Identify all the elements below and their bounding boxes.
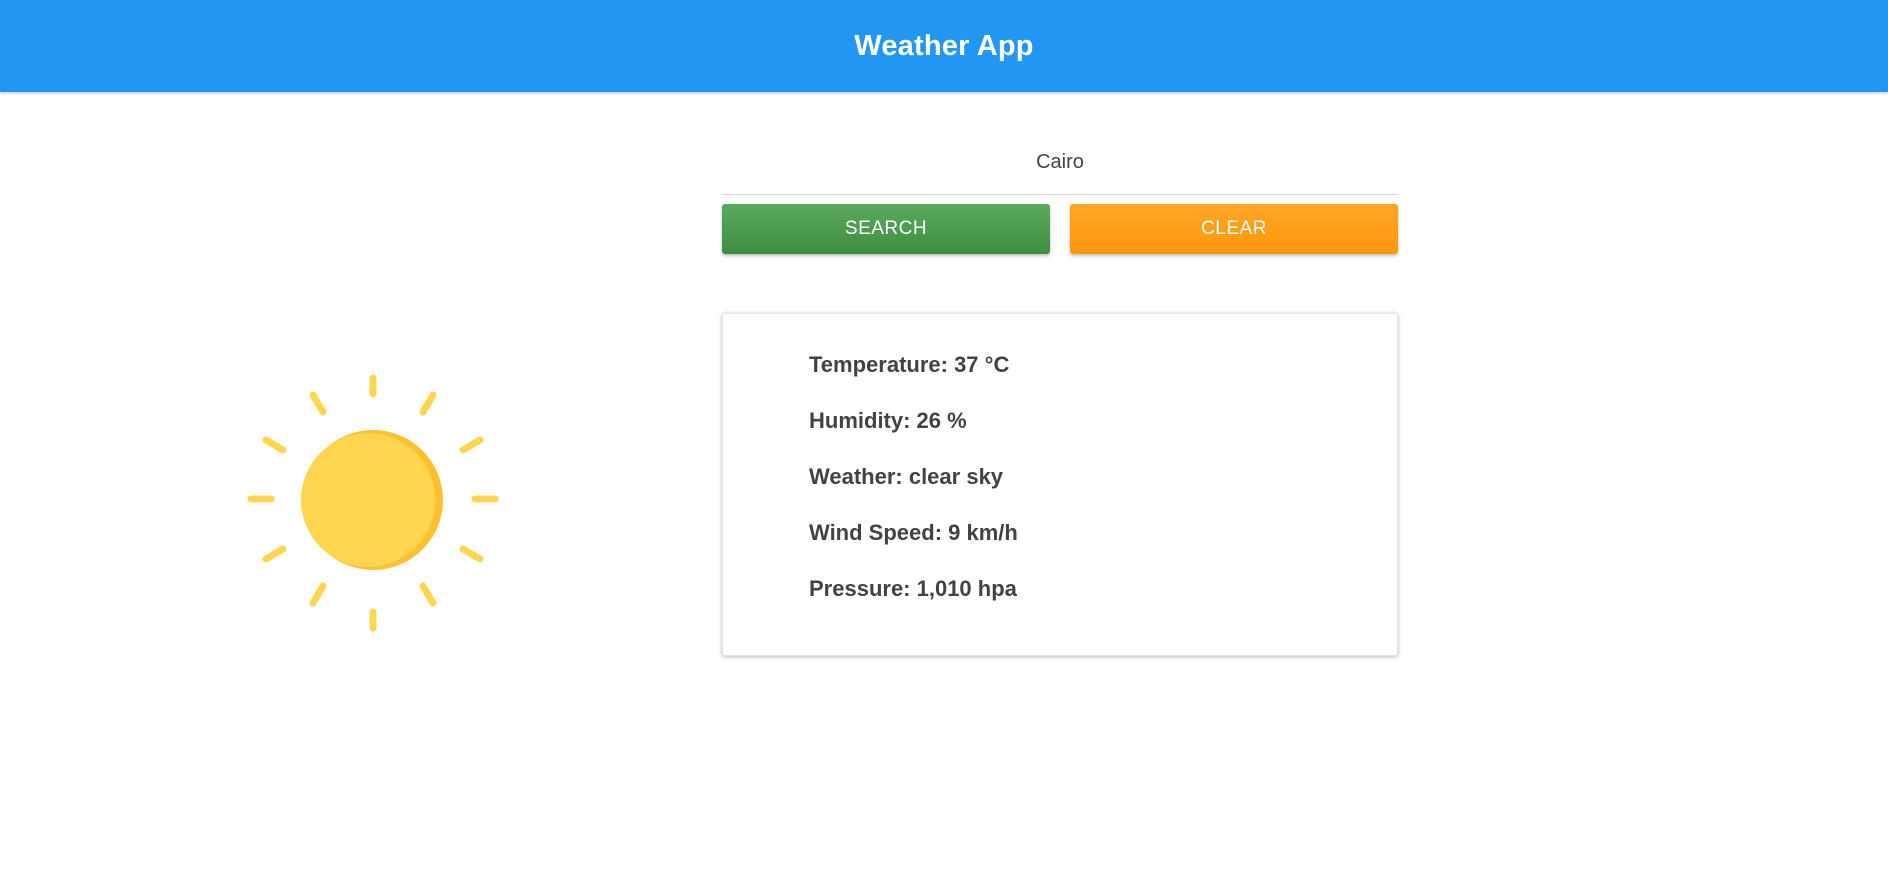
weather-info-card: Temperature: 37 °C Humidity: 26 % Weathe… [722,313,1398,656]
sun-icon [244,372,506,634]
search-button[interactable]: SEARCH [722,204,1050,254]
app-title: Weather App [854,29,1034,62]
temperature-text: Temperature: 37 °C [809,352,1010,377]
search-field[interactable] [722,140,1398,195]
app-bar: Weather App [0,0,1888,92]
wind-speed-text: Wind Speed: 9 km/h [809,520,1018,545]
clear-button[interactable]: CLEAR [1070,204,1398,254]
pressure-text: Pressure: 1,010 hpa [809,576,1017,601]
search-input[interactable] [722,144,1398,180]
humidity-text: Humidity: 26 % [809,408,967,433]
weather-description-text: Weather: clear sky [809,464,1004,489]
